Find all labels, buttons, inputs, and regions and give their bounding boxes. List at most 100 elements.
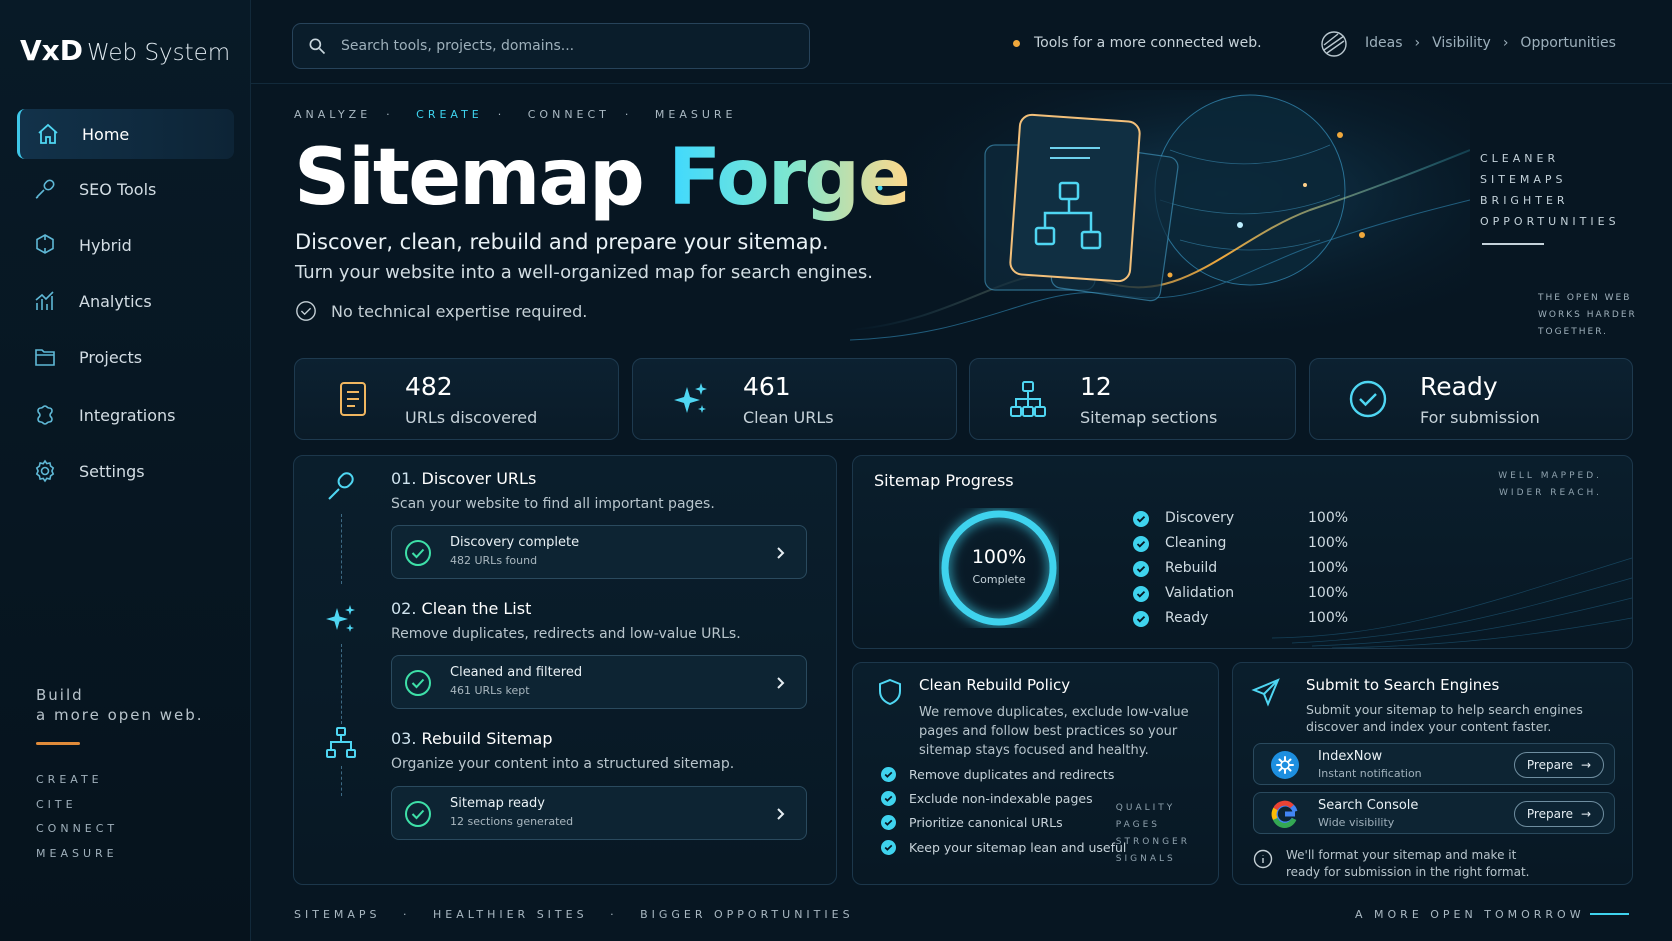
submit-note: We'll format your sitemap and make it re… (1286, 848, 1530, 879)
policy-watermark: QUALITY PAGES STRONGER SIGNALS (1116, 800, 1190, 868)
arrow-right-icon: → (1581, 758, 1592, 772)
step-title-text: Clean the List (421, 599, 532, 618)
breadcrumb-ideas[interactable]: Ideas (1365, 35, 1403, 51)
brand-name-bold: VxD (20, 34, 83, 67)
sidebar-item-seo-tools[interactable]: SEO Tools (17, 164, 234, 214)
step-status-rebuild[interactable]: Sitemap ready 12 sections generated (391, 786, 807, 840)
home-icon (38, 123, 58, 144)
hero-side-divider (1482, 243, 1544, 245)
sidebar-item-projects[interactable]: Projects (17, 332, 234, 382)
engine-row-indexnow: IndexNow Instant notification Prepare → (1253, 743, 1615, 785)
check-circle-icon (881, 840, 896, 855)
chevron-right-icon[interactable] (768, 671, 792, 695)
stat-card-ready[interactable]: Ready For submission (1309, 358, 1633, 440)
progress-row-pct: 100% (1308, 610, 1349, 626)
link-icon (328, 472, 354, 500)
policy-item: Keep your sitemap lean and useful (881, 840, 1126, 855)
footer-right: A MORE OPEN TOMORROW (1355, 908, 1585, 921)
step-title: 02. Clean the List (391, 599, 531, 618)
progress-row-validation: Validation 100% (1133, 584, 1373, 606)
watermark-word: WIDER REACH. (1499, 488, 1602, 498)
sidebar-item-label: Analytics (79, 291, 152, 311)
sidebar-item-integrations[interactable]: Integrations (17, 390, 234, 440)
breadcrumb-opportunities[interactable]: Opportunities (1520, 35, 1616, 51)
kicker-analyze: ANALYZE (294, 108, 372, 121)
sidebar-word: CONNECT (36, 822, 119, 835)
stat-card-sitemap-sections[interactable]: 12 Sitemap sections (969, 358, 1296, 440)
progress-row-pct: 100% (1308, 535, 1349, 551)
check-circle-icon (881, 767, 896, 782)
hero-note-text: No technical expertise required. (331, 301, 588, 321)
search-input[interactable]: Search tools, projects, domains... (341, 38, 574, 54)
sidebar-item-hybrid[interactable]: Hybrid (17, 220, 234, 270)
hero-kicker: ANALYZE · CREATE · CONNECT · MEASURE (294, 108, 737, 121)
stat-value: 12 (1080, 372, 1112, 401)
hybrid-icon (36, 234, 54, 254)
footer-accent-line (1590, 913, 1629, 915)
hero-subtitle-2: Turn your website into a well-organized … (295, 262, 873, 283)
progress-row-discovery: Discovery 100% (1133, 509, 1373, 531)
footer-left: SITEMAPS · HEALTHIER SITES · BIGGER OPPO… (294, 908, 854, 921)
arrow-right-icon: → (1581, 807, 1592, 821)
hero-side-word: SITEMAPS (1480, 173, 1567, 186)
progress-row-name: Ready (1165, 610, 1209, 626)
progress-row-name: Discovery (1165, 510, 1235, 526)
watermark-word: QUALITY (1115, 803, 1176, 813)
check-circle-icon (405, 540, 431, 566)
folder-icon (35, 349, 55, 366)
step-status-detail: 482 URLs found (450, 554, 538, 567)
page-title-word-2: Forge (668, 133, 911, 223)
step-number: 01. (391, 469, 417, 488)
step-status-text: Cleaned and filtered (450, 665, 583, 680)
chevron-right-icon[interactable] (768, 541, 792, 565)
chevron-right-icon[interactable] (768, 802, 792, 826)
check-circle-icon (1133, 586, 1149, 602)
header-tagline: Tools for a more connected web. (1013, 35, 1262, 51)
stat-card-urls-discovered[interactable]: 482 URLs discovered (294, 358, 619, 440)
step-status-cleaning[interactable]: Cleaned and filtered 461 URLs kept (391, 655, 807, 709)
sidebar-accent-bar (36, 742, 80, 745)
sidebar-item-settings[interactable]: Settings (17, 446, 234, 496)
prepare-search-console-button[interactable]: Prepare → (1514, 801, 1604, 827)
analytics-icon (35, 291, 54, 310)
sidebar-item-home[interactable]: Home (17, 109, 234, 159)
stat-card-clean-urls[interactable]: 461 Clean URLs (632, 358, 957, 440)
step-status-text: Sitemap ready (450, 796, 545, 811)
indexnow-logo-icon (1271, 751, 1299, 779)
watermark-word: STRONGER (1115, 837, 1190, 847)
brand-logo[interactable]: VxD Web System (20, 34, 230, 67)
step-status-detail: 12 sections generated (450, 815, 574, 828)
status-dot (1013, 39, 1020, 47)
policy-panel: Clean Rebuild Policy We remove duplicate… (852, 662, 1219, 885)
footer-word: BIGGER OPPORTUNITIES (640, 908, 854, 921)
check-circle-icon (1133, 511, 1149, 527)
kicker-create: CREATE (416, 108, 483, 121)
search-icon (309, 38, 326, 55)
sidebar-item-label: Integrations (79, 405, 176, 425)
stat-label: Clean URLs (743, 408, 834, 427)
gear-icon (35, 459, 55, 483)
policy-item: Exclude non-indexable pages (881, 791, 1093, 806)
hero-subtitle-1: Discover, clean, rebuild and prepare you… (295, 230, 829, 254)
search-bar[interactable]: Search tools, projects, domains... (292, 23, 810, 69)
kicker-connect: CONNECT (527, 108, 610, 121)
step-title: 03. Rebuild Sitemap (391, 729, 552, 748)
step-status-discovery[interactable]: Discovery complete 482 URLs found (391, 525, 807, 579)
button-label: Prepare (1526, 758, 1574, 772)
hero-side-word: THE OPEN WEB (1538, 293, 1632, 303)
policy-item-text: Prioritize canonical URLs (909, 815, 1063, 830)
sidebar-tagline-1: Build (36, 686, 84, 704)
kicker-measure: MEASURE (654, 108, 737, 121)
prepare-indexnow-button[interactable]: Prepare → (1514, 752, 1604, 778)
progress-row-pct: 100% (1308, 560, 1349, 576)
brand-name-rest: Web System (86, 40, 231, 66)
check-circle-icon (1349, 380, 1387, 418)
submit-panel: Submit to Search Engines Submit your sit… (1232, 662, 1633, 885)
chevron-right-icon: › (1414, 35, 1421, 51)
sidebar-item-analytics[interactable]: Analytics (17, 276, 234, 326)
header-tagline-text: Tools for a more connected web. (1034, 35, 1262, 51)
step-title-text: Rebuild Sitemap (421, 729, 553, 748)
sparkle-icon (674, 383, 707, 413)
breadcrumb-visibility[interactable]: Visibility (1432, 35, 1491, 51)
check-circle-icon (1133, 561, 1149, 577)
